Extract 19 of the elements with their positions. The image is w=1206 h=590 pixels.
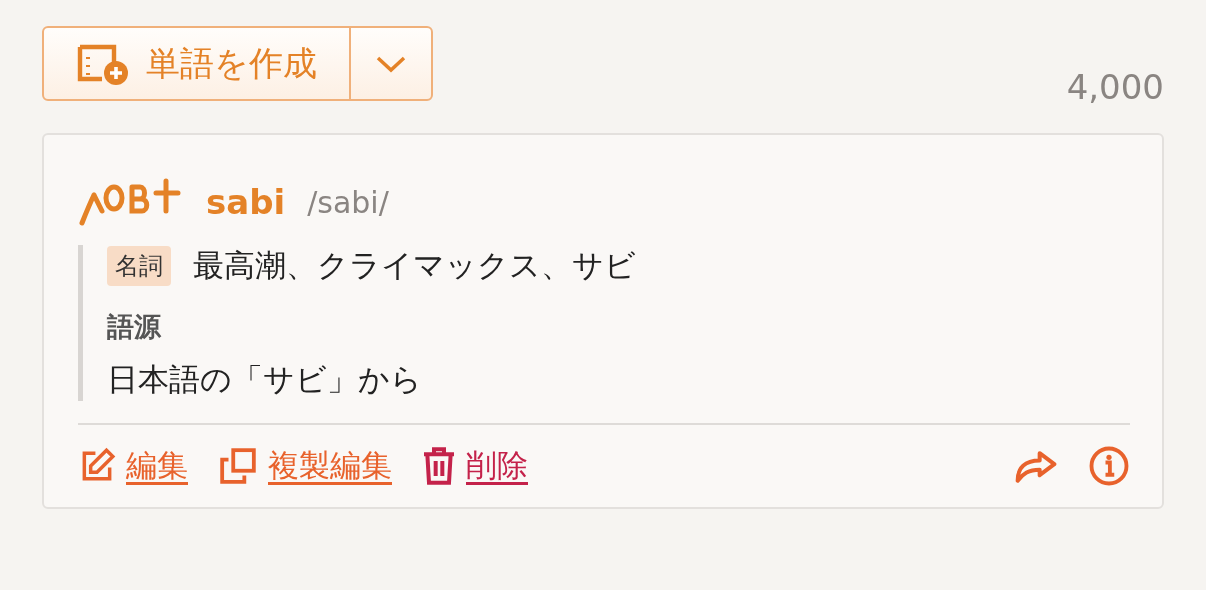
section-title: 語源 — [107, 310, 162, 344]
chevron-down-icon — [375, 54, 407, 73]
copy-link[interactable]: 複製編集 — [218, 445, 392, 487]
info-button[interactable] — [1088, 445, 1130, 487]
card-add-icon — [76, 42, 128, 85]
delete-link[interactable]: 削除 — [422, 445, 528, 487]
create-word-button[interactable]: 単語を作成 — [44, 28, 351, 99]
etymology-text: 日本語の「サビ」から — [107, 360, 423, 399]
trash-icon — [422, 446, 456, 486]
info-icon — [1088, 445, 1130, 487]
share-icon — [1014, 449, 1058, 483]
part-of-speech-tag: 名詞 — [107, 246, 171, 286]
word-count: 4,000 — [1066, 67, 1164, 107]
edit-link[interactable]: 編集 — [78, 445, 188, 487]
meaning-text: 最高潮、クライマックス、サビ — [193, 246, 636, 285]
copy-icon — [218, 447, 258, 485]
share-button[interactable] — [1014, 449, 1058, 483]
pronunciation: /sabi/ — [307, 184, 389, 220]
word-title: sabi — [206, 182, 286, 222]
